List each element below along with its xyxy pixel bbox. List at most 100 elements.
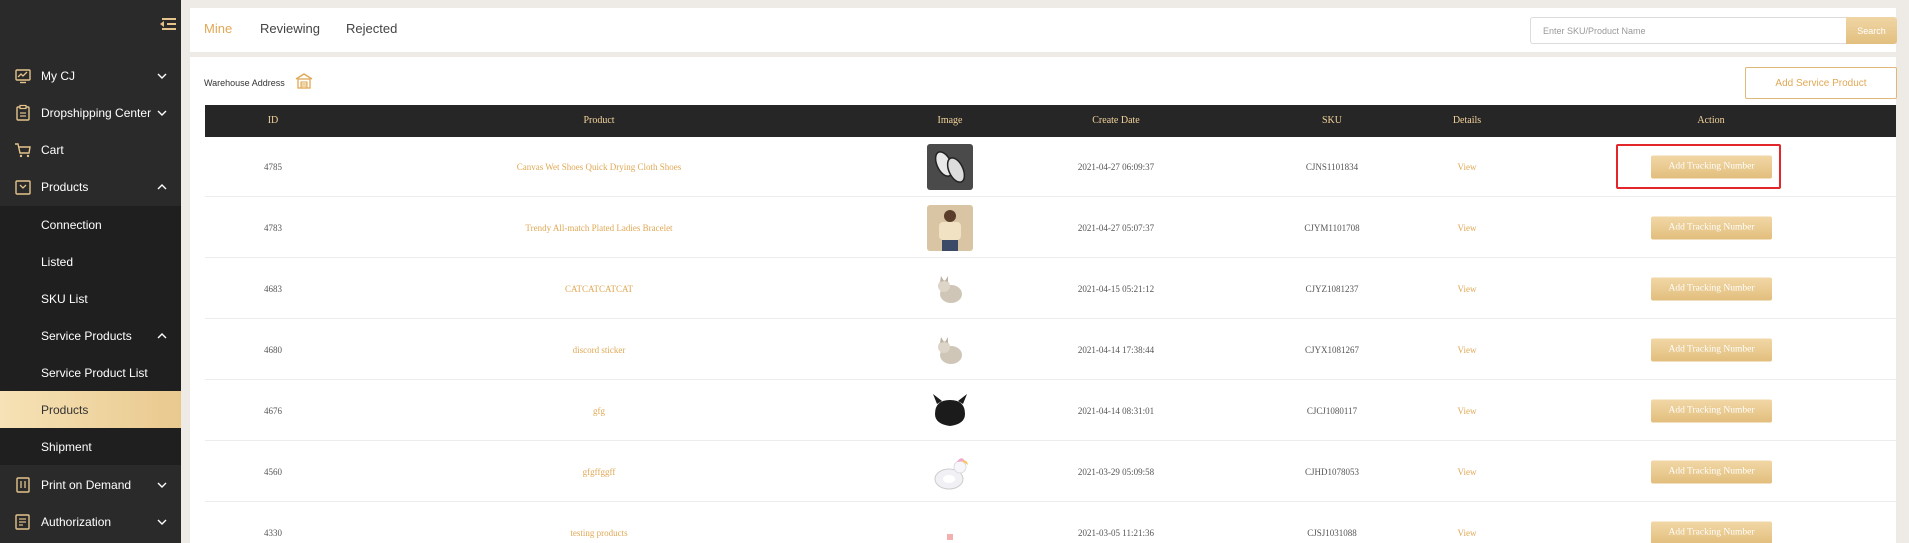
product-thumbnail[interactable] xyxy=(927,205,973,251)
view-details-link[interactable]: View xyxy=(1458,223,1477,233)
search-input[interactable] xyxy=(1530,17,1846,44)
sidebar-item-label: Dropshipping Center xyxy=(41,105,152,120)
cell-id: 4783 xyxy=(264,222,282,233)
cart-icon xyxy=(15,142,31,157)
chevron-down-icon xyxy=(157,110,167,116)
sidebar-item-label: Authorization xyxy=(41,514,112,529)
sidebar-item-cart[interactable]: Cart xyxy=(0,131,181,168)
table-row: 4680 discord sticker 2021-04-14 17:38:44 CJ… xyxy=(205,320,1896,380)
cell-product-link[interactable]: Canvas Wet Shoes Quick Drying Cloth Shoe… xyxy=(517,162,682,172)
column-header-details: Details xyxy=(1452,115,1482,126)
table-header: ID Product Image Create Date SKU Details… xyxy=(205,105,1896,137)
product-thumbnail[interactable] xyxy=(927,388,973,434)
chevron-up-icon xyxy=(157,332,167,338)
sidebar-subitem-label: Products xyxy=(41,402,89,417)
table-row: 4783 Trendy All-match Plated Ladies Brace… xyxy=(205,198,1896,258)
cell-product-link[interactable]: CATCATCATCAT xyxy=(565,284,633,294)
warehouse-address-label: Warehouse Address xyxy=(204,78,285,88)
sidebar-subitem-label: SKU List xyxy=(41,291,88,306)
sidebar-item-label: My CJ xyxy=(41,68,75,83)
add-tracking-number-button[interactable]: Add Tracking Number xyxy=(1651,216,1772,239)
cell-id: 4680 xyxy=(264,344,282,355)
column-header-id: ID xyxy=(267,115,279,126)
cell-sku: CJSJ1031088 xyxy=(1307,527,1357,538)
monitor-chart-icon xyxy=(15,68,31,83)
package-box-icon xyxy=(15,179,31,195)
chevron-down-icon xyxy=(157,519,167,525)
cell-product-link[interactable]: gfg xyxy=(593,406,605,416)
cell-sku: CJNS1101834 xyxy=(1305,161,1359,172)
sidebar-subitem-listed[interactable]: Listed xyxy=(0,243,181,280)
cell-id: 4560 xyxy=(264,466,282,477)
sidebar-item-dropshipping-center[interactable]: Dropshipping Center xyxy=(0,94,181,131)
cell-product-link[interactable]: testing products xyxy=(570,528,627,538)
cell-id: 4676 xyxy=(264,405,282,416)
tab-bar: Mine Reviewing Rejected Search xyxy=(190,8,1897,52)
sidebar-item-my-cj[interactable]: My CJ xyxy=(0,57,181,94)
sidebar-subitem-service-product-list[interactable]: Service Product List xyxy=(0,354,181,391)
add-service-product-button[interactable]: Add Service Product xyxy=(1745,67,1897,99)
cell-product-link[interactable]: discord sticker xyxy=(573,345,626,355)
view-details-link[interactable]: View xyxy=(1458,528,1477,538)
sidebar-subitem-label: Listed xyxy=(41,254,74,269)
column-header-image: Image xyxy=(937,115,963,126)
tab-rejected[interactable]: Rejected xyxy=(346,21,397,36)
sidebar-item-products[interactable]: Products xyxy=(0,168,181,205)
sidebar-subitem-shipment[interactable]: Shipment xyxy=(0,428,181,465)
view-details-link[interactable]: View xyxy=(1458,345,1477,355)
sidebar-subitem-label: Connection xyxy=(41,217,102,232)
cell-create-date: 2021-04-14 17:38:44 xyxy=(1077,344,1155,355)
table-row: 4560 gfgffggff 2021-03-29 05:09:58 CJHD1078… xyxy=(205,442,1896,502)
column-header-create-date: Create Date xyxy=(1092,115,1140,126)
cell-id: 4330 xyxy=(264,527,282,538)
collapse-sidebar-icon[interactable] xyxy=(160,18,176,32)
sidebar-subitem-label: Service Products xyxy=(41,328,132,343)
sidebar-subitem-service-products[interactable]: Service Products xyxy=(0,317,181,354)
authorization-list-icon xyxy=(15,513,30,530)
product-thumbnail[interactable] xyxy=(927,510,973,543)
add-tracking-number-button[interactable]: Add Tracking Number xyxy=(1651,338,1772,361)
cell-create-date: 2021-04-15 05:21:12 xyxy=(1077,283,1155,294)
product-thumbnail[interactable] xyxy=(927,449,973,495)
view-details-link[interactable]: View xyxy=(1458,162,1477,172)
cell-sku: CJYX1081267 xyxy=(1304,344,1360,355)
main-panel: Warehouse Address Add Service Product ID… xyxy=(190,57,1897,543)
sidebar-subitem-label: Service Product List xyxy=(41,365,148,380)
warehouse-icon[interactable] xyxy=(295,72,313,90)
table-row: 4330 testing products 2021-03-05 11:21:36 C… xyxy=(205,503,1896,543)
view-details-link[interactable]: View xyxy=(1458,406,1477,416)
cell-product-link[interactable]: Trendy All-match Plated Ladies Bracelet xyxy=(525,223,672,233)
cell-create-date: 2021-04-27 05:07:37 xyxy=(1077,222,1155,233)
sidebar-item-authorization[interactable]: Authorization xyxy=(0,503,181,540)
product-thumbnail[interactable] xyxy=(927,266,973,312)
column-header-sku: SKU xyxy=(1321,115,1343,126)
view-details-link[interactable]: View xyxy=(1458,467,1477,477)
product-thumbnail[interactable] xyxy=(927,144,973,190)
table-row: 4676 gfg 2021-04-14 08:31:01 CJCJ1080117 Vie… xyxy=(205,381,1896,441)
sidebar-subitem-label: Shipment xyxy=(41,439,92,454)
clipboard-icon xyxy=(16,104,30,121)
cell-sku: CJYZ1081237 xyxy=(1305,283,1359,294)
add-tracking-number-button[interactable]: Add Tracking Number xyxy=(1651,399,1772,422)
highlight-annotation xyxy=(1616,144,1781,189)
cell-create-date: 2021-03-29 05:09:58 xyxy=(1077,466,1155,477)
sidebar-subitem-products-active[interactable]: Products xyxy=(0,391,181,428)
tab-reviewing[interactable]: Reviewing xyxy=(260,21,320,36)
view-details-link[interactable]: View xyxy=(1458,284,1477,294)
tab-mine[interactable]: Mine xyxy=(204,21,232,36)
column-header-product: Product xyxy=(583,115,615,126)
cell-sku: CJHD1078053 xyxy=(1304,466,1360,477)
add-tracking-number-button[interactable]: Add Tracking Number xyxy=(1651,460,1772,483)
sidebar-item-label: Print on Demand xyxy=(41,477,132,492)
sidebar-subitem-sku-list[interactable]: SKU List xyxy=(0,280,181,317)
sidebar-item-label: Cart xyxy=(41,142,64,157)
product-thumbnail[interactable] xyxy=(927,327,973,373)
cell-product-link[interactable]: gfgffggff xyxy=(583,467,616,477)
sidebar-item-print-on-demand[interactable]: Print on Demand xyxy=(0,466,181,503)
cell-create-date: 2021-03-05 11:21:36 xyxy=(1078,527,1154,538)
cell-sku: CJYM1101708 xyxy=(1304,222,1360,233)
search-button[interactable]: Search xyxy=(1846,17,1897,44)
sidebar-subitem-connection[interactable]: Connection xyxy=(0,206,181,243)
add-tracking-number-button[interactable]: Add Tracking Number xyxy=(1651,521,1772,543)
add-tracking-number-button[interactable]: Add Tracking Number xyxy=(1651,277,1772,300)
